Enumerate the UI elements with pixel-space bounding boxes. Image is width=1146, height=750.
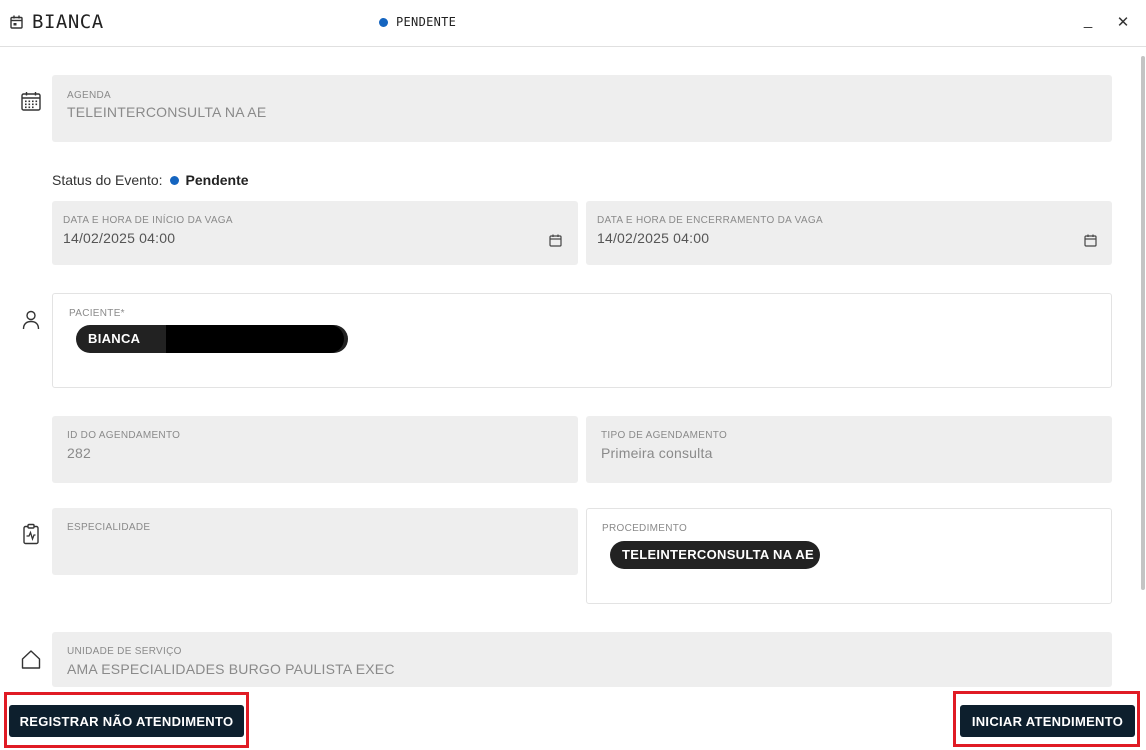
procedure-chip-text: TELEINTERCONSULTA NA AE bbox=[622, 547, 815, 562]
close-button[interactable]: ✕ bbox=[1115, 13, 1131, 31]
calendar-icon[interactable] bbox=[1084, 234, 1097, 247]
service-unit-value: AMA ESPECIALIDADES BURGO PAULISTA EXEC bbox=[67, 661, 395, 677]
service-unit-field[interactable]: UNIDADE DE SERVIÇO AMA ESPECIALIDADES BU… bbox=[52, 632, 1112, 687]
agenda-label: AGENDA bbox=[67, 90, 112, 101]
agenda-field[interactable]: AGENDA TELEINTERCONSULTA NA AE bbox=[52, 75, 1112, 142]
event-status-label: Status do Evento: bbox=[52, 172, 163, 188]
dialog-title: BIANCA bbox=[32, 11, 104, 33]
schedule-type-value: Primeira consulta bbox=[601, 445, 713, 461]
start-datetime-value: 14/02/2025 04:00 bbox=[63, 230, 176, 246]
end-datetime-label: DATA E HORA DE ENCERRAMENTO DA VAGA bbox=[597, 215, 823, 226]
start-datetime-field[interactable]: DATA E HORA DE INÍCIO DA VAGA 14/02/2025… bbox=[52, 201, 578, 265]
schedule-id-value: 282 bbox=[67, 445, 91, 461]
start-datetime-label: DATA E HORA DE INÍCIO DA VAGA bbox=[63, 215, 233, 226]
patient-chip-text: BIANCA bbox=[88, 331, 141, 346]
end-datetime-value: 14/02/2025 04:00 bbox=[597, 230, 710, 246]
status-dot-icon bbox=[379, 17, 388, 27]
calendar-grid-icon bbox=[21, 92, 41, 111]
schedule-type-field[interactable]: TIPO DE AGENDAMENTO Primeira consulta bbox=[586, 416, 1112, 483]
event-status: Status do Evento: Pendente bbox=[52, 172, 249, 188]
specialty-field[interactable]: ESPECIALIDADE bbox=[52, 508, 578, 575]
dialog-header: BIANCA PENDENTE _ ✕ bbox=[0, 0, 1146, 47]
patient-chip[interactable]: BIANCA bbox=[76, 325, 348, 353]
procedure-field[interactable]: PROCEDIMENTO TELEINTERCONSULTA NA AE bbox=[586, 508, 1112, 604]
agenda-value: TELEINTERCONSULTA NA AE bbox=[67, 104, 267, 120]
redacted-block bbox=[166, 325, 344, 353]
header-status-text: PENDENTE bbox=[396, 15, 457, 29]
schedule-id-field[interactable]: ID DO AGENDAMENTO 282 bbox=[52, 416, 578, 483]
procedure-label: PROCEDIMENTO bbox=[602, 523, 688, 534]
start-attendance-button[interactable]: INICIAR ATENDIMENTO bbox=[960, 705, 1135, 737]
schedule-type-label: TIPO DE AGENDAMENTO bbox=[601, 430, 728, 441]
calendar-event-icon bbox=[10, 15, 23, 29]
schedule-id-label: ID DO AGENDAMENTO bbox=[67, 430, 181, 441]
person-icon bbox=[22, 310, 40, 330]
procedure-chip[interactable]: TELEINTERCONSULTA NA AE bbox=[610, 541, 820, 569]
home-icon bbox=[21, 650, 41, 669]
scrollbar[interactable] bbox=[1141, 56, 1145, 590]
minimize-button[interactable]: _ bbox=[1080, 12, 1096, 30]
end-datetime-field[interactable]: DATA E HORA DE ENCERRAMENTO DA VAGA 14/0… bbox=[586, 201, 1112, 265]
status-dot-icon bbox=[169, 175, 179, 185]
patient-field[interactable]: PACIENTE* BIANCA bbox=[52, 293, 1112, 388]
event-status-value: Pendente bbox=[185, 172, 249, 188]
specialty-label: ESPECIALIDADE bbox=[67, 522, 151, 533]
clipboard-pulse-icon bbox=[23, 523, 39, 545]
calendar-icon[interactable] bbox=[549, 234, 562, 247]
service-unit-label: UNIDADE DE SERVIÇO bbox=[67, 646, 182, 657]
register-no-show-button[interactable]: REGISTRAR NÃO ATENDIMENTO bbox=[9, 705, 244, 737]
patient-label: PACIENTE* bbox=[69, 308, 125, 319]
header-status: PENDENTE bbox=[379, 15, 456, 29]
